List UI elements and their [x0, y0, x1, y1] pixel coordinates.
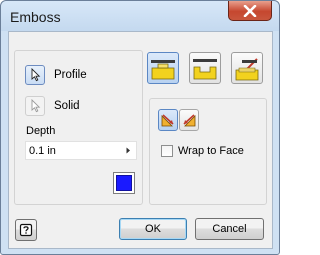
ok-button[interactable]: OK: [119, 218, 187, 240]
title-bar[interactable]: Emboss: [1, 1, 279, 31]
engrave-from-face-icon: [193, 59, 217, 80]
emboss-from-plane-icon: [235, 58, 259, 81]
depth-input[interactable]: [29, 144, 113, 158]
window-title: Emboss: [10, 9, 61, 25]
emboss-from-face-icon: [151, 60, 175, 80]
cursor-arrow-icon: [31, 68, 41, 82]
help-icon: [19, 223, 33, 237]
wrap-to-face-label: Wrap to Face: [178, 145, 244, 157]
close-icon: [243, 4, 257, 17]
wrap-to-face-checkbox[interactable]: [161, 145, 173, 157]
cursor-arrow-icon: [31, 99, 41, 113]
direction-flip-button[interactable]: [179, 109, 199, 131]
direction-icon: [161, 114, 174, 127]
depth-field[interactable]: [25, 141, 137, 160]
color-swatch-fill: [116, 175, 132, 191]
chevron-right-icon: [126, 147, 130, 154]
dialog-body: Profile Solid Depth 0.1 in Wrap to Face …: [8, 31, 273, 249]
direction-default-button[interactable]: [158, 109, 178, 131]
cancel-button[interactable]: Cancel: [195, 218, 264, 240]
help-button[interactable]: [15, 219, 37, 241]
solid-select-button[interactable]: [25, 96, 45, 116]
close-button[interactable]: [228, 1, 272, 21]
depth-label: Depth: [26, 125, 56, 137]
engrave-from-face-button[interactable]: [189, 52, 221, 84]
top-face-color-button[interactable]: [113, 172, 135, 194]
depth-menu-arrow[interactable]: [120, 142, 136, 159]
profile-select-button[interactable]: [25, 65, 45, 85]
emboss-from-face-button[interactable]: [147, 52, 179, 84]
profile-label: Profile: [54, 69, 87, 81]
direction-flip-icon: [183, 114, 196, 127]
solid-label: Solid: [54, 100, 80, 112]
emboss-engrave-from-plane-button[interactable]: [231, 52, 263, 84]
emboss-dialog: Emboss Profile Solid Depth 0.1 in Wrap t…: [0, 0, 280, 255]
